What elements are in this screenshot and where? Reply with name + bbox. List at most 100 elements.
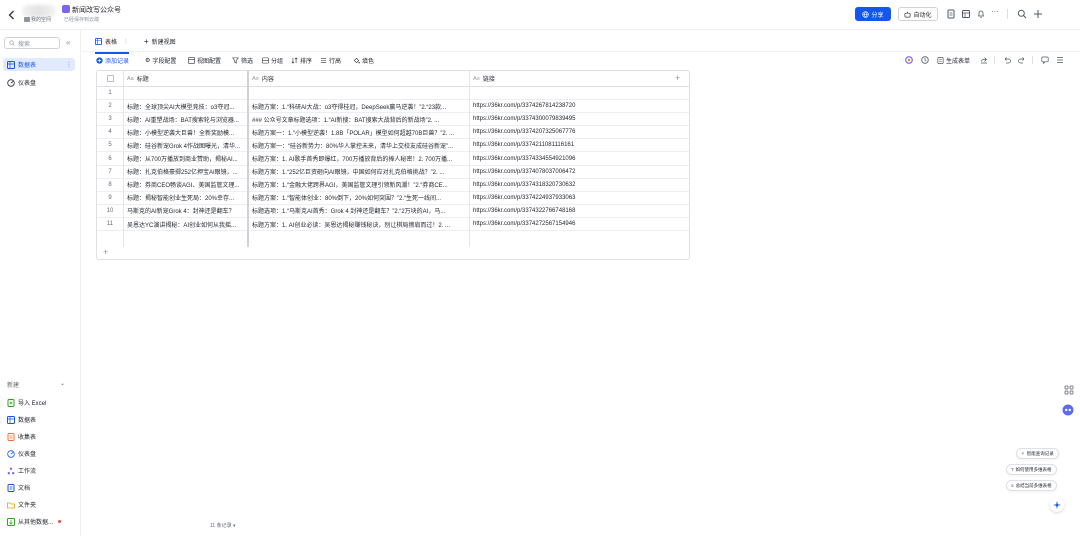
table-row[interactable]: 1 [97, 87, 689, 101]
more-vertical-icon[interactable]: ⋮ [123, 38, 129, 45]
content-cell[interactable]: 标题方案：1.“科研AI大战：o3夺得桂冠，DeepSeek赢马逆袭！”2.“2… [248, 100, 469, 112]
add-column-plus-icon[interactable]: + [675, 74, 680, 83]
link-cell[interactable]: https://36kr.com/p/3374267814238720 [469, 100, 689, 112]
title-cell[interactable]: 马斯克的AI新宠Grok 4：封神还是翻车？ [123, 205, 248, 217]
table-row[interactable]: 9 标题：揭秘智能创业生死局：20%幸存... 标题方案：1.“智能体创业：80%倒… [97, 192, 689, 205]
content-cell[interactable]: 标题方案：1.“金融大佬跨界AGI，美国监管文理引领新风潮！”2.“券商CE..… [248, 179, 469, 191]
view-config-button[interactable]: 视图配置 [188, 56, 221, 65]
title-cell[interactable]: 标题：小模型逆袭大巨兽！全新奖励模... [123, 126, 248, 138]
smart-query-button[interactable]: ✧ 智能查询记录 [1016, 448, 1059, 459]
title-cell[interactable]: 标题：券商CEO畅谈AGI、美国监管文理... [123, 179, 248, 191]
table-row[interactable]: 4 标题：小模型逆袭大巨兽！全新奖励模... 标题方案一：1.“小模型逆袭！1.8B… [97, 126, 689, 140]
link-cell[interactable]: https://36kr.com/p/3374322766748168 [469, 205, 689, 217]
history-icon[interactable] [961, 9, 971, 19]
new-item-import-excel[interactable]: 导入 Excel [3, 396, 75, 409]
link-cell[interactable]: https://36kr.com/p/3374318320730632 [469, 179, 689, 191]
list-icon[interactable] [1056, 56, 1064, 64]
document-icon[interactable] [946, 9, 956, 19]
sidebar-item-dashboard[interactable]: 仪表盘 [3, 76, 75, 89]
link-cell[interactable]: https://36kr.com/p/3374211081116161 [469, 139, 689, 151]
apps-grid-icon[interactable] [1064, 385, 1074, 395]
share-arrow-icon[interactable] [980, 56, 988, 64]
search-icon[interactable] [1017, 9, 1027, 19]
content-cell[interactable]: 标题方案：1.“252亿巨资砸向AI眼镜，中国如何应对扎克伯格挑战？”2. ..… [248, 166, 469, 178]
new-item-folder[interactable]: 文件夹 [3, 498, 75, 511]
table-row[interactable]: 3 标题：AI重塑战场：BAT搜索轮与浏览器... ### 公众号文章标题选项：1.… [97, 113, 689, 127]
new-view-button[interactable]: + 新建视图 [144, 37, 176, 46]
sidebar-item-data-table[interactable]: 数据表 ⋮ [3, 58, 75, 71]
content-cell[interactable]: ### 公众号文章标题选项：1.“AI新搜：BAT搜索大战背后的新战场”2. .… [248, 113, 469, 125]
content-cell[interactable]: 标题选项：1.“马斯克AI首秀：Grok 4 封神还是翻车？”2.“2万块的AI… [248, 205, 469, 217]
title-cell[interactable]: 标题：从700万播放到商业赞助，揭秘AI... [123, 153, 248, 165]
notification-bell-icon[interactable] [976, 9, 986, 19]
add-record-button[interactable]: 添加记录 [96, 56, 129, 65]
new-item-import-other[interactable]: 从其他数据... [3, 515, 75, 528]
share-button[interactable]: 分享 [855, 7, 891, 21]
new-item-workflow[interactable]: 工作流 [3, 464, 75, 477]
field-config-button[interactable]: ⚙ 字段配置 [145, 56, 176, 65]
add-row-plus-icon[interactable]: + [103, 247, 108, 257]
link-cell[interactable] [469, 87, 689, 99]
fill-color-button[interactable]: 填色 [353, 56, 374, 65]
link-cell[interactable]: https://36kr.com/p/3374207325067776 [469, 126, 689, 138]
ai-star-button[interactable] [1050, 498, 1064, 512]
back-arrow-icon[interactable] [6, 9, 18, 21]
content-cell[interactable] [248, 87, 469, 99]
sidebar-search-input[interactable]: 搜索 [4, 37, 60, 49]
automation-button[interactable]: 自动化 [898, 7, 938, 21]
title-cell[interactable]: 标题：硅谷新宠Grok 4作战图曝光，清华... [123, 139, 248, 151]
ai-assistant-icon[interactable] [905, 56, 913, 64]
column-header-content[interactable]: A≡ 内容 [248, 71, 469, 86]
content-cell[interactable]: 标题方案：1. AI创业必读：吴恩达揭秘赚钱秘诀，别让棋局擦肩而过！2. ... [248, 218, 469, 230]
record-count[interactable]: 11 条记录 ▾ [210, 522, 236, 529]
content-cell[interactable]: 标题方案一：“硅谷新势力：80%华人掌控未来，清华上交校友成硅谷新宠”... [248, 139, 469, 151]
table-row[interactable]: 5 标题：硅谷新宠Grok 4作战图曝光，清华... 标题方案一：“硅谷新势力：80… [97, 139, 689, 153]
select-all-checkbox-cell[interactable] [97, 71, 123, 86]
table-row[interactable]: 2 标题：全球顶尖AI大模型竞技：o3夺冠... 标题方案：1.“科研AI大战：o3… [97, 100, 689, 114]
filter-button[interactable]: 筛选 [232, 56, 253, 65]
how-to-use-button[interactable]: ? 如何使用多维表格 [1006, 464, 1057, 475]
table-row[interactable]: 8 标题：券商CEO畅谈AGI、美国监管文理... 标题方案：1.“金融大佬跨界AG… [97, 179, 689, 192]
new-item-doc[interactable]: 文档 [3, 481, 75, 494]
generate-form-button[interactable]: 生成表单 [937, 56, 970, 65]
group-button[interactable]: 分组 [262, 56, 283, 65]
comment-icon[interactable] [1041, 56, 1049, 64]
ai-bot-icon[interactable] [1062, 404, 1074, 416]
title-cell[interactable]: 标题：AI重塑战场：BAT搜索轮与浏览器... [123, 113, 248, 125]
link-cell[interactable]: https://36kr.com/p/3374334554921096 [469, 153, 689, 165]
content-cell[interactable]: 标题方案一：1.“小模型逆袭！1.8B「POLAR」模型如何超越70B巨兽？”2… [248, 126, 469, 138]
more-icon[interactable]: ··· [991, 7, 1001, 17]
title-cell[interactable]: 标题：扎克伯格豪掷252亿押宝AI眼镜，... [123, 166, 248, 178]
workspace-label[interactable]: 我的空间 [31, 16, 51, 23]
link-cell[interactable]: https://36kr.com/p/3374224937933063 [469, 192, 689, 204]
link-cell[interactable]: https://36kr.com/p/3374300079839495 [469, 113, 689, 125]
new-item-form[interactable]: 收集表 [3, 430, 75, 443]
table-row[interactable]: 6 标题：从700万播放到商业赞助，揭秘AI... 标题方案：1. AI歌手首秀即爆… [97, 153, 689, 166]
undo-icon[interactable] [1003, 56, 1011, 64]
table-row[interactable]: 10 马斯克的AI新宠Grok 4：封神还是翻车？ 标题选项：1.“马斯克AI首秀：… [97, 205, 689, 218]
column-header-link[interactable]: A≡ 链接 [469, 71, 689, 86]
more-vertical-icon[interactable]: ⋮ [66, 61, 72, 68]
title-cell[interactable] [123, 87, 248, 99]
help-icon[interactable] [921, 56, 929, 64]
title-cell[interactable]: 吴恩达YC演讲揭秘：AI创业如何从我摇... [123, 218, 248, 230]
title-cell[interactable]: 标题：揭秘智能创业生死局：20%幸存... [123, 192, 248, 204]
content-cell[interactable]: 标题方案：1.“智能体创业：80%倒下，20%如何突围？”2.“生死一线间... [248, 192, 469, 204]
redo-icon[interactable] [1018, 56, 1026, 64]
frozen-column-divider[interactable] [247, 71, 249, 247]
collapse-sidebar-icon[interactable]: « [66, 39, 70, 47]
new-item-data-table[interactable]: 数据表 [3, 413, 75, 426]
sort-button[interactable]: 排序 [291, 56, 312, 65]
checkbox[interactable] [106, 75, 114, 82]
column-header-title[interactable]: Aa 标题 [123, 71, 248, 86]
tab-table-view[interactable]: 表格 ⋮ [95, 37, 130, 54]
new-item-dashboard[interactable]: 仪表盘 [3, 447, 75, 460]
link-cell[interactable]: https://36kr.com/p/3374078037006472 [469, 166, 689, 178]
row-height-button[interactable]: 行高 [320, 56, 341, 65]
content-cell[interactable]: 标题方案：1. AI歌手首秀即爆红，700万播放背后的捧人秘密！2. 700万播… [248, 153, 469, 165]
table-row[interactable]: 11 吴恩达YC演讲揭秘：AI创业如何从我摇... 标题方案：1. AI创业必读：吴… [97, 218, 689, 232]
star-icon[interactable]: ☆ [107, 4, 114, 13]
chevron-down-icon[interactable]: ⌄ [60, 380, 65, 387]
title-cell[interactable]: 标题：全球顶尖AI大模型竞技：o3夺冠... [123, 100, 248, 112]
plus-icon[interactable] [1033, 9, 1043, 19]
